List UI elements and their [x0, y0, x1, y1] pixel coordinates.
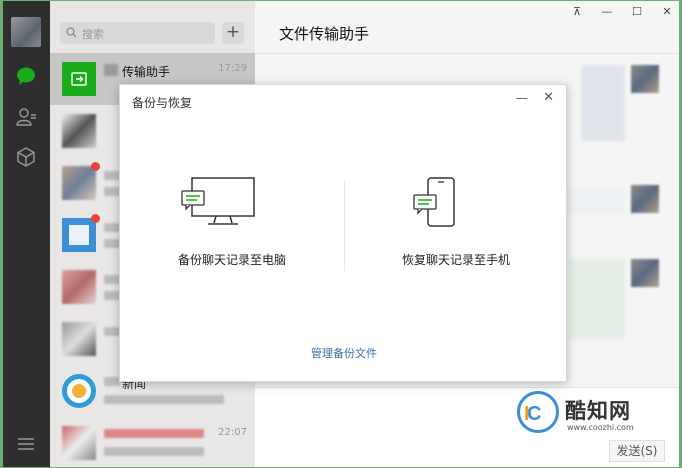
dialog-title: 备份与恢复: [132, 96, 193, 110]
minimize-button[interactable]: —: [599, 5, 615, 18]
sender-avatar: [631, 259, 659, 287]
blurred-name-prefix: [104, 64, 118, 76]
dialog-minimize-button[interactable]: —: [516, 91, 528, 105]
watermark-logo-icon: CI: [517, 391, 559, 433]
watermark: CI 酷知网 www.coozhi.com: [513, 387, 661, 441]
contacts-icon[interactable]: [13, 104, 39, 130]
send-button[interactable]: 发送(S): [609, 440, 665, 462]
watermark-url: www.coozhi.com: [567, 423, 634, 432]
chat-item[interactable]: 22:07: [50, 417, 255, 467]
backup-restore-dialog: 备份与恢复 — ✕ 备份聊天记录至电脑 恢复聊天记录至手机 管理备份文件: [119, 84, 567, 382]
sender-avatar: [631, 185, 659, 213]
file-message[interactable]: [565, 187, 625, 215]
chat-avatar: [62, 322, 96, 356]
nav-rail: [3, 1, 50, 467]
chat-icon[interactable]: [13, 63, 39, 89]
close-button[interactable]: ✕: [659, 5, 675, 18]
search-icon: [66, 27, 77, 41]
unread-badge: [91, 214, 100, 223]
user-avatar[interactable]: [11, 17, 41, 47]
chat-name: 传输助手: [122, 65, 171, 79]
add-chat-button[interactable]: +: [222, 22, 244, 44]
unread-badge: [91, 162, 100, 171]
chat-avatar: [62, 270, 96, 304]
pin-icon[interactable]: ⊼: [569, 5, 585, 18]
restore-to-phone-label: 恢复聊天记录至手机: [401, 253, 510, 267]
blurred-text: [104, 429, 204, 438]
favorites-cube-icon[interactable]: [13, 144, 39, 170]
blurred-name-prefix: [104, 377, 120, 386]
sender-avatar: [631, 65, 659, 93]
manage-backups-link[interactable]: 管理备份文件: [120, 345, 568, 361]
blurred-text: [104, 447, 204, 456]
chat-avatar: [62, 426, 96, 460]
file-transfer-avatar: [62, 62, 96, 96]
search-box[interactable]: 搜索: [60, 22, 215, 44]
svg-text:I: I: [524, 403, 530, 425]
chat-time: 17:29: [218, 63, 247, 74]
watermark-brand: 酷知网: [565, 399, 631, 423]
image-message[interactable]: [581, 65, 625, 141]
menu-icon[interactable]: [17, 437, 35, 451]
chat-title: 文件传输助手: [279, 25, 370, 43]
phone-icon: [413, 177, 455, 227]
computer-icon: [181, 177, 255, 225]
chat-avatar: [62, 114, 96, 148]
header-divider: [255, 53, 679, 54]
dialog-close-button[interactable]: ✕: [543, 90, 554, 105]
news-avatar: [62, 374, 96, 408]
chat-avatar: [62, 218, 96, 252]
chat-avatar: [62, 166, 96, 200]
backup-to-pc-option[interactable]: 备份聊天记录至电脑: [132, 177, 332, 277]
maximize-button[interactable]: ☐: [629, 5, 645, 18]
chat-time: 22:07: [218, 427, 247, 438]
restore-to-phone-option[interactable]: 恢复聊天记录至手机: [356, 177, 556, 277]
blurred-text: [104, 395, 224, 404]
options-divider: [344, 181, 345, 271]
image-message[interactable]: [569, 259, 625, 339]
wechat-window: 搜索 + 传输助手 17:29 新闻 22:07 文件传输助手 ⊼ — ☐ ✕ …: [3, 1, 679, 467]
backup-to-pc-label: 备份聊天记录至电脑: [177, 253, 286, 267]
search-placeholder: 搜索: [82, 28, 104, 41]
window-controls: ⊼ — ☐ ✕: [569, 5, 675, 18]
